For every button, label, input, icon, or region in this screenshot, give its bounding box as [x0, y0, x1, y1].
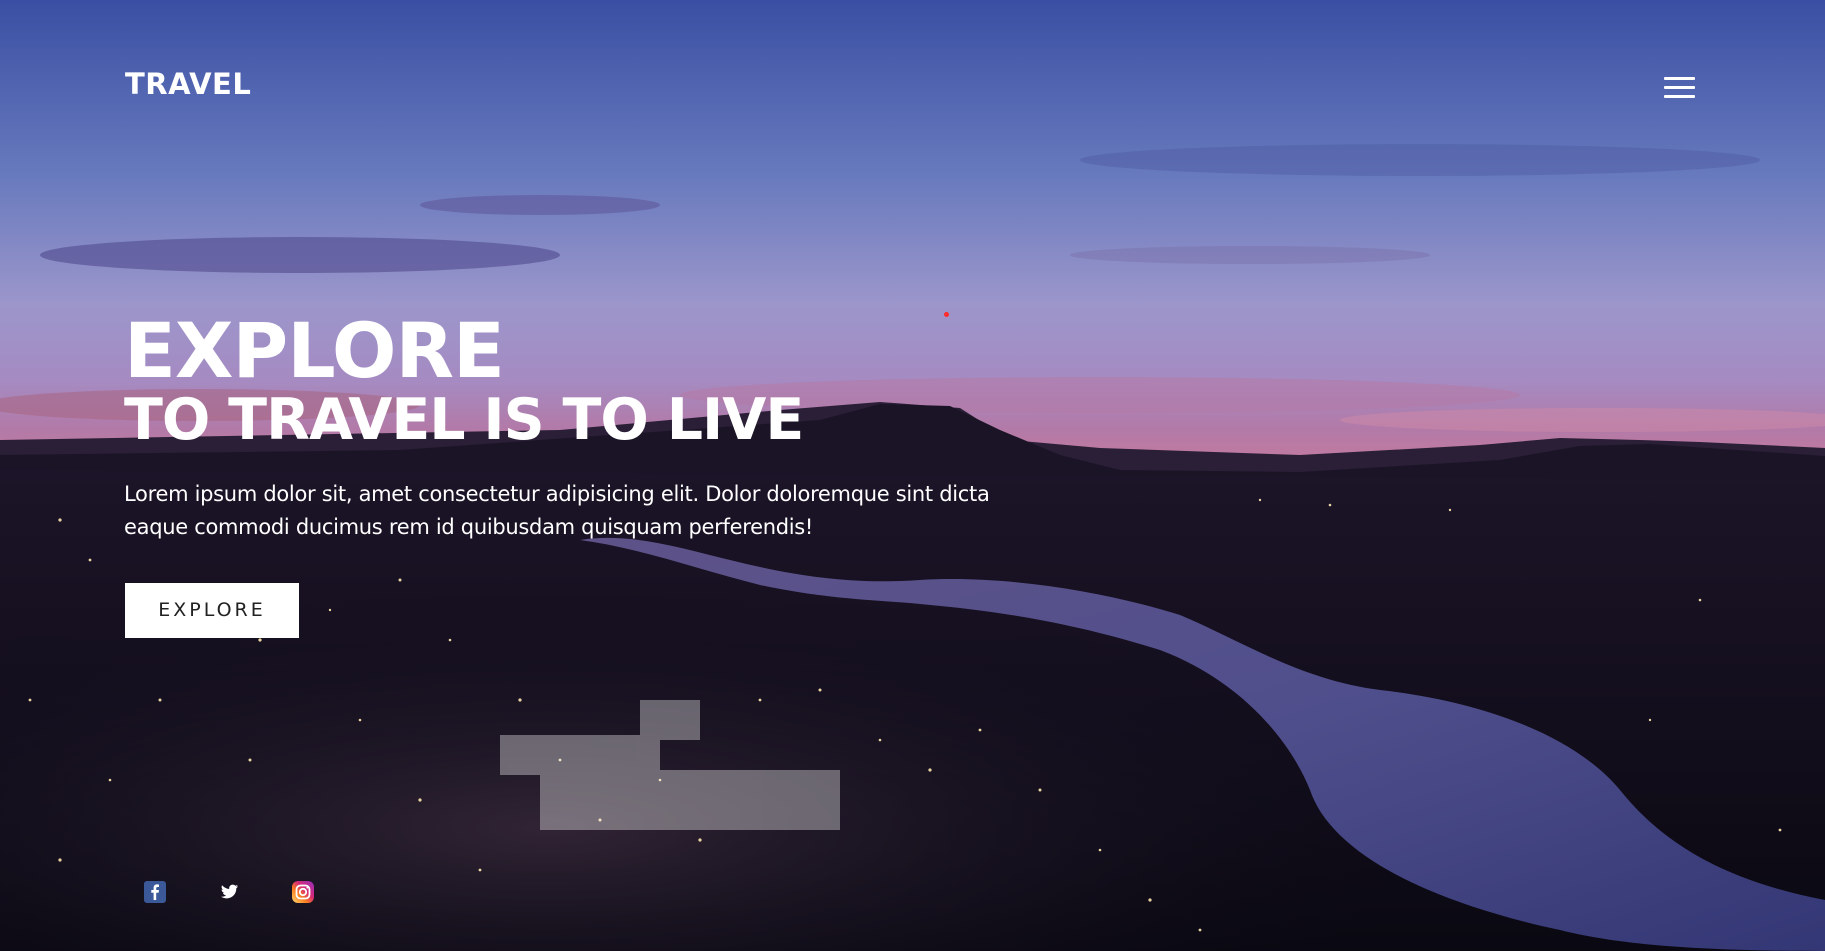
facebook-icon[interactable]	[143, 880, 167, 904]
hero-section: TRAVEL EXPLORE TO TRAVEL IS TO LIVE Lore…	[0, 0, 1825, 951]
menu-bar-top	[1664, 77, 1695, 80]
menu-bar-middle	[1664, 86, 1695, 89]
site-logo[interactable]: TRAVEL	[125, 70, 251, 99]
instagram-icon[interactable]	[291, 880, 315, 904]
hero-subtitle: TO TRAVEL IS TO LIVE	[124, 387, 804, 453]
red-dot-marker	[944, 312, 949, 317]
hero-title: EXPLORE	[124, 306, 505, 395]
menu-bar-bottom	[1664, 95, 1695, 98]
hero-background-image	[0, 0, 1825, 951]
hero-description: Lorem ipsum dolor sit, amet consectetur …	[124, 482, 990, 539]
hamburger-menu-icon[interactable]	[1662, 74, 1696, 102]
explore-button[interactable]: EXPLORE	[125, 583, 299, 638]
twitter-icon[interactable]	[217, 880, 241, 904]
